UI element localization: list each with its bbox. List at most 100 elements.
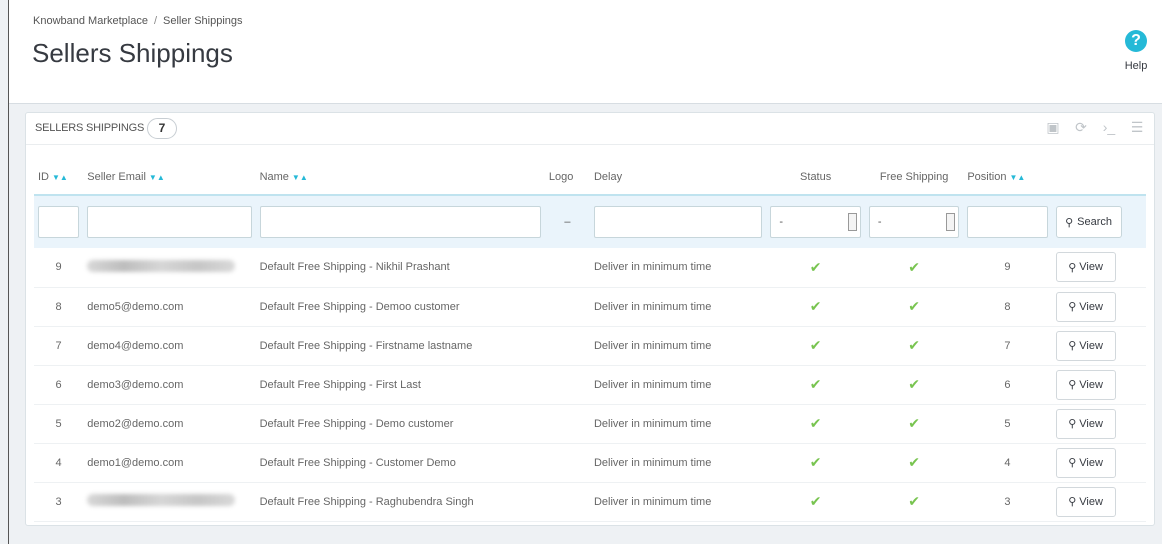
cell-id: 4 (55, 456, 62, 469)
export-icon[interactable]: ▣ (1044, 119, 1062, 136)
column-header-seller-email[interactable]: Seller Email ▼▲ (83, 159, 255, 195)
column-header-position[interactable]: Position ▼▲ (963, 159, 1051, 195)
table-row[interactable]: 4 demo1@demo.com Default Free Shipping - C… (34, 443, 1146, 482)
column-header-actions (1052, 159, 1146, 195)
status-enabled-check-icon[interactable]: ✔ (810, 337, 822, 353)
zoom-icon: ⚲ (1068, 301, 1077, 313)
question-circle-icon: ? (1125, 30, 1147, 52)
table-row[interactable]: 7 demo4@demo.com Default Free Shipping - F… (34, 326, 1146, 365)
view-button[interactable]: ⚲ View (1055, 330, 1116, 361)
cell-position: 6 (1004, 378, 1011, 391)
free-shipping-check-icon[interactable]: ✔ (908, 376, 920, 392)
zoom-icon: ⚲ (1068, 496, 1077, 508)
cell-seller-email: demo4@demo.com (87, 339, 184, 352)
zoom-icon: ⚲ (1068, 340, 1077, 352)
sort-arrows-icon[interactable]: ▼▲ (1009, 173, 1025, 182)
sort-arrows-icon[interactable]: ▼▲ (149, 173, 165, 182)
cell-name: Default Free Shipping - First Last (259, 378, 421, 391)
table-row[interactable]: 8 demo5@demo.com Default Free Shipping - D… (34, 287, 1146, 326)
view-button[interactable]: ⚲ View (1055, 291, 1116, 322)
table-row[interactable]: 5 demo2@demo.com Default Free Shipping - D… (34, 404, 1146, 443)
cell-logo (545, 365, 590, 404)
status-enabled-check-icon[interactable]: ✔ (810, 493, 822, 509)
view-button[interactable]: ⚲ View (1055, 369, 1116, 400)
cell-logo (545, 287, 590, 326)
cell-position: 4 (1004, 456, 1011, 469)
column-header-logo: Logo (548, 170, 574, 183)
filter-id-input[interactable] (38, 206, 80, 238)
cell-delay: Deliver in minimum time (593, 300, 712, 313)
sort-arrows-icon[interactable]: ▼▲ (52, 173, 68, 182)
breadcrumb-current: Seller Shippings (163, 15, 243, 27)
table-row[interactable]: 3 Default Free Shipping - Raghubendra Sin… (34, 482, 1146, 521)
cell-name: Default Free Shipping - Demoo customer (259, 300, 460, 313)
filter-name-input[interactable] (259, 206, 541, 238)
cell-position: 5 (1004, 417, 1011, 430)
cell-position: 8 (1004, 300, 1011, 313)
cell-id: 7 (55, 339, 62, 352)
free-shipping-check-icon[interactable]: ✔ (908, 493, 920, 509)
status-enabled-check-icon[interactable]: ✔ (810, 259, 822, 275)
help-label: Help (1124, 60, 1148, 72)
cell-logo (545, 443, 590, 482)
free-shipping-check-icon[interactable]: ✔ (908, 454, 920, 470)
filter-delay-input[interactable] (593, 206, 763, 238)
redacted-email (87, 494, 236, 506)
status-enabled-check-icon[interactable]: ✔ (810, 454, 822, 470)
select-arrow-icon (946, 213, 956, 231)
page-header: Knowband Marketplace / Seller Shippings Se… (9, 0, 1162, 104)
view-button[interactable]: ⚲ View (1055, 252, 1116, 283)
database-icon[interactable]: ☰ (1128, 119, 1146, 136)
panel-title: SELLERS SHIPPINGS (35, 122, 145, 134)
panel-toolbar: ▣ ⟳ ›_ ☰ (1044, 119, 1146, 136)
cell-name: Default Free Shipping - Nikhil Prashant (259, 261, 450, 274)
zoom-icon: ⚲ (1068, 379, 1077, 391)
redacted-email (87, 259, 236, 272)
filter-free-shipping-select[interactable]: - (868, 206, 960, 238)
filter-position-input[interactable] (967, 206, 1048, 238)
cell-id: 3 (55, 495, 62, 508)
column-header-name[interactable]: Name ▼▲ (256, 159, 545, 195)
cell-name: Default Free Shipping - Customer Demo (259, 456, 456, 469)
column-header-id[interactable]: ID ▼▲ (34, 159, 83, 195)
cell-logo (545, 482, 590, 521)
table-row[interactable]: 6 demo3@demo.com Default Free Shipping - F… (34, 365, 1146, 404)
filter-seller-email-input[interactable] (87, 206, 252, 238)
filter-status-select[interactable]: - (770, 206, 861, 238)
free-shipping-check-icon[interactable]: ✔ (908, 337, 920, 353)
column-header-delay: Delay (593, 170, 623, 183)
search-button[interactable]: ⚲ Search (1055, 206, 1122, 238)
column-header-free-shipping: Free Shipping (879, 170, 949, 183)
record-count-badge: 7 (147, 118, 177, 139)
refresh-icon[interactable]: ⟳ (1072, 119, 1090, 136)
cell-seller-email: demo2@demo.com (87, 417, 184, 430)
status-enabled-check-icon[interactable]: ✔ (810, 376, 822, 392)
search-icon: ⚲ (1065, 216, 1074, 229)
free-shipping-check-icon[interactable]: ✔ (908, 298, 920, 314)
free-shipping-check-icon[interactable]: ✔ (908, 415, 920, 431)
shippings-table: ID ▼▲ Seller Email ▼▲ Name ▼▲ Logo Delay St… (34, 159, 1146, 522)
table-header-row: ID ▼▲ Seller Email ▼▲ Name ▼▲ Logo Delay St… (34, 159, 1146, 195)
free-shipping-check-icon[interactable]: ✔ (908, 259, 920, 275)
cell-delay: Deliver in minimum time (593, 378, 712, 391)
sellers-shippings-panel: SELLERS SHIPPINGS 7 ▣ ⟳ ›_ ☰ ID ▼▲ Seller… (25, 112, 1155, 526)
cell-logo (545, 404, 590, 443)
filter-logo-placeholder: – (564, 216, 571, 228)
cell-delay: Deliver in minimum time (593, 261, 712, 274)
breadcrumb: Knowband Marketplace / Seller Shippings (33, 15, 243, 27)
cell-name: Default Free Shipping - Firstname lastna… (259, 339, 473, 352)
sort-arrows-icon[interactable]: ▼▲ (292, 173, 308, 182)
view-button[interactable]: ⚲ View (1055, 408, 1116, 439)
view-button[interactable]: ⚲ View (1055, 486, 1116, 517)
breadcrumb-parent-link[interactable]: Knowband Marketplace (33, 15, 148, 27)
view-button[interactable]: ⚲ View (1055, 447, 1116, 478)
table-row[interactable]: 9 Default Free Shipping - Nikhil Prashant… (34, 248, 1146, 287)
cell-id: 8 (55, 300, 62, 313)
help-button[interactable]: ? Help (1116, 30, 1156, 72)
status-enabled-check-icon[interactable]: ✔ (810, 298, 822, 314)
cell-id: 6 (55, 378, 62, 391)
sql-query-icon[interactable]: ›_ (1100, 119, 1118, 136)
status-enabled-check-icon[interactable]: ✔ (810, 415, 822, 431)
column-header-status: Status (800, 170, 832, 183)
filter-row: – - - ⚲ Search (34, 195, 1146, 248)
